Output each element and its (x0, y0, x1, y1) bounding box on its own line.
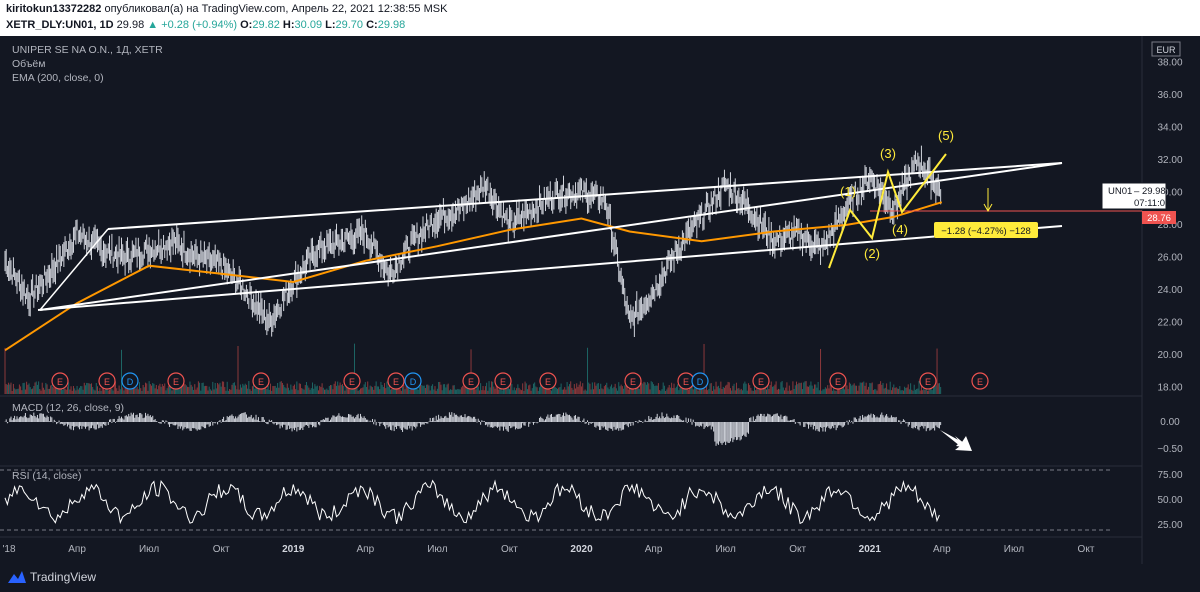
open-label: O: (240, 19, 253, 31)
event-marker-label: E (349, 377, 355, 387)
rsi-tick-label: 25.00 (1157, 520, 1182, 531)
event-marker-label: E (173, 377, 179, 387)
symbol-label: XETR_DLY:UN01, 1D (6, 19, 114, 31)
event-marker-label: E (925, 377, 931, 387)
time-tick-label: Окт (501, 544, 518, 555)
rsi-tick-label: 50.00 (1157, 495, 1182, 506)
price-layer (4, 145, 942, 338)
event-marker-label: E (758, 377, 764, 387)
price-tick-label: 26.00 (1157, 253, 1182, 264)
event-marker-label: E (683, 377, 689, 387)
event-marker-label: E (468, 377, 474, 387)
event-marker-label: E (57, 377, 63, 387)
price-tick-label: 36.00 (1157, 90, 1182, 101)
low-value: 29.70 (335, 19, 364, 31)
chart-svg[interactable]: (1) (2) (3) (4) (5) −1.28 (−4.27%) −128 38.0… (0, 36, 1200, 564)
price-tick-label: 24.00 (1157, 285, 1182, 296)
time-tick-label: 2019 (282, 544, 305, 555)
price-tick-label: 32.00 (1157, 155, 1182, 166)
tradingview-logo[interactable]: TradingView (8, 570, 96, 584)
time-tick-label: Июл (427, 544, 447, 555)
down-arrow-icon (940, 430, 972, 451)
rsi-tick-label: 75.00 (1157, 470, 1182, 481)
time-tick-label: Апр (645, 544, 663, 555)
macd-layer (4, 412, 942, 446)
brand-label: TradingView (30, 570, 97, 584)
event-marker-label: D (697, 377, 704, 387)
time-tick-label: 2020 (570, 544, 593, 555)
red-tag-value: 28.76 (1147, 213, 1171, 224)
event-marker-label: E (835, 377, 841, 387)
event-marker-label: E (545, 377, 551, 387)
price-tag-value: – 29.98 (1134, 186, 1166, 197)
channel-bottom-line[interactable] (37, 225, 1063, 311)
price-tag-symbol: UN01 (1108, 186, 1132, 197)
time-tick-label: Июл (715, 544, 735, 555)
price-tick-label: 18.00 (1157, 383, 1182, 394)
username[interactable]: kiritokun13372282 (6, 3, 101, 15)
tradingview-icon (8, 571, 26, 583)
published-text: опубликовал(а) на TradingView.com, Апрел… (104, 3, 448, 15)
header-line-1: kiritokun13372282 опубликовал(а) на Trad… (6, 3, 447, 15)
price-tick-label: 34.00 (1157, 122, 1182, 133)
event-marker-label: E (258, 377, 264, 387)
time-tick-label: Июл (1004, 544, 1024, 555)
time-tick-label: Апр (68, 544, 86, 555)
price-tick-label: 22.00 (1157, 318, 1182, 329)
price-tick-label: 20.00 (1157, 350, 1182, 361)
last-price: 29.98 (116, 19, 145, 31)
wave-label: (5) (938, 128, 954, 143)
time-tick-label: Июл (139, 544, 159, 555)
time-tick-label: 2021 (859, 544, 882, 555)
event-marker-label: D (410, 377, 417, 387)
event-marker-label: D (127, 377, 134, 387)
rsi-layer (4, 479, 940, 525)
open-value: 29.82 (252, 19, 280, 31)
time-tick-label: Окт (789, 544, 806, 555)
rsi-line[interactable] (4, 479, 940, 525)
wave-label: (4) (892, 222, 908, 237)
wave-label: (3) (880, 146, 896, 161)
time-tick-label: '18 (2, 544, 15, 555)
price-axis-ticks: 38.0036.0034.0032.0030.0028.0026.0024.00… (1157, 57, 1182, 393)
footer: TradingView (0, 564, 1200, 592)
chart-title: UNIPER SE NA O.N., 1Д, XETR (12, 44, 163, 56)
wave-label: (1) (840, 184, 856, 199)
event-marker-label: E (977, 377, 983, 387)
price-tick-label: 38.00 (1157, 57, 1182, 68)
macd-legend: MACD (12, 26, close, 9) (12, 402, 125, 414)
event-marker-label: E (393, 377, 399, 387)
price-tag-timer: 07:11:07 (1134, 198, 1170, 209)
time-axis-ticks: '18 Апр Июл Окт 2019 Апр Июл Окт 2020 Апр Июл Окт 20… (2, 544, 1094, 555)
time-tick-label: Апр (933, 544, 951, 555)
measure-label: −1.28 (−4.27%) −128 (941, 226, 1031, 237)
macd-tick-label: −0.50 (1157, 444, 1183, 455)
close-label: C: (366, 19, 378, 31)
price-change: ▲ +0.28 (+0.94%) (147, 19, 238, 31)
low-label: L: (325, 19, 336, 31)
time-tick-label: Апр (356, 544, 374, 555)
macd-tick-label: 0.00 (1160, 417, 1180, 428)
event-marker-label: E (500, 377, 506, 387)
channel-upper-line[interactable] (39, 162, 1063, 311)
close-value: 29.98 (377, 19, 406, 31)
time-tick-label: Окт (213, 544, 230, 555)
currency-label: EUR (1156, 45, 1176, 55)
event-marker-label: E (104, 377, 110, 387)
ema-legend: EMA (200, close, 0) (12, 72, 104, 84)
high-value: 30.09 (294, 19, 323, 31)
sub-pane-ticks: 0.00 −0.50 75.00 50.00 25.00 (1157, 417, 1183, 531)
rsi-legend: RSI (14, close) (12, 470, 82, 482)
publish-header: kiritokun13372282 опубликовал(а) на Trad… (0, 0, 1200, 36)
wave-label: (2) (864, 246, 880, 261)
event-markers[interactable]: EEDEEEEDEEEEEDEEEE (51, 372, 989, 390)
high-label: H: (282, 19, 295, 31)
time-tick-label: Окт (1078, 544, 1095, 555)
event-marker-label: E (630, 377, 636, 387)
volume-legend: Объём (12, 58, 46, 70)
header-line-2: XETR_DLY:UN01, 1D 29.98 ▲ +0.28 (+0.94%)… (6, 19, 405, 31)
chart-area[interactable]: (1) (2) (3) (4) (5) −1.28 (−4.27%) −128 38.0… (0, 36, 1200, 564)
